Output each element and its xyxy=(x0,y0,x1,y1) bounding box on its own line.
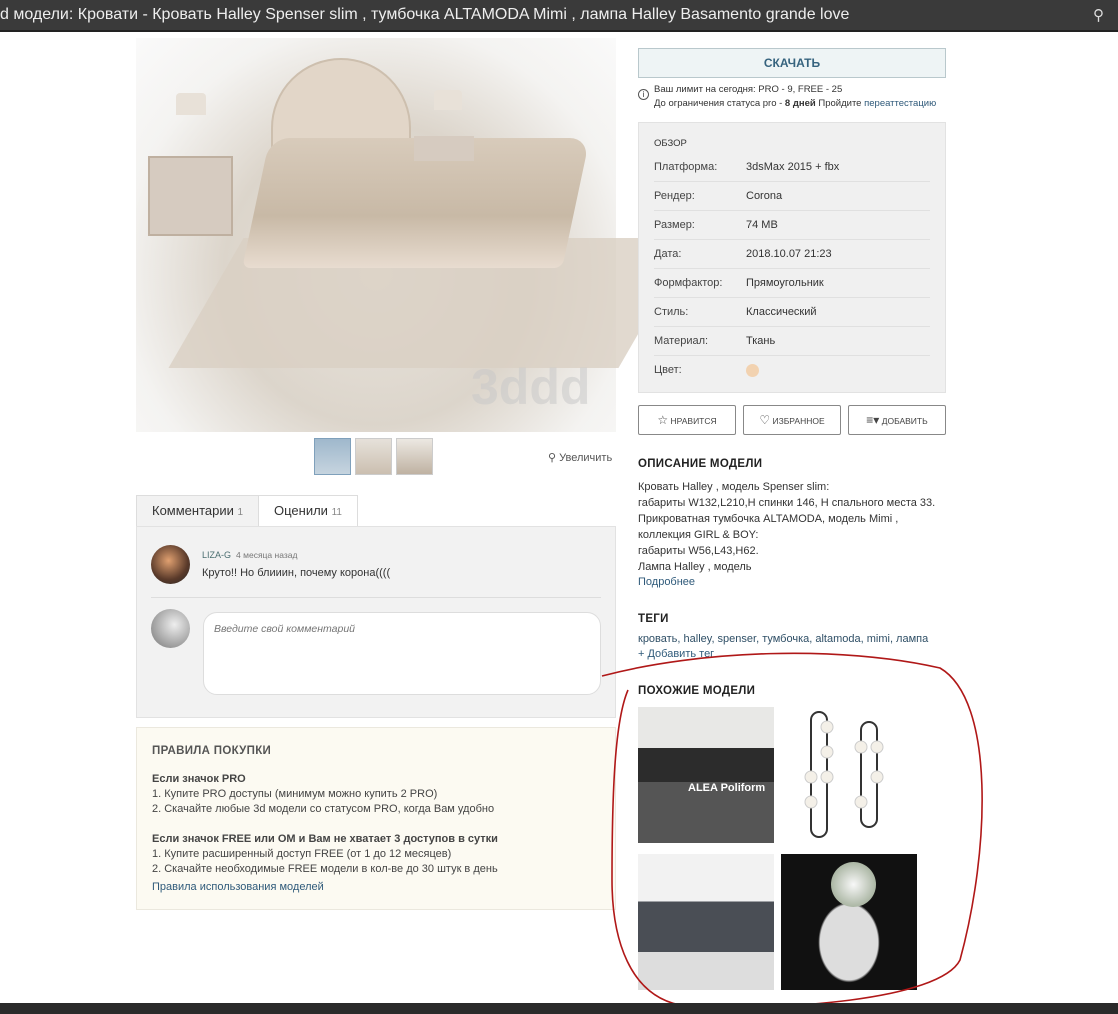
bottom-bar xyxy=(0,1003,1118,1014)
red-annotation-circle xyxy=(601,652,983,1008)
